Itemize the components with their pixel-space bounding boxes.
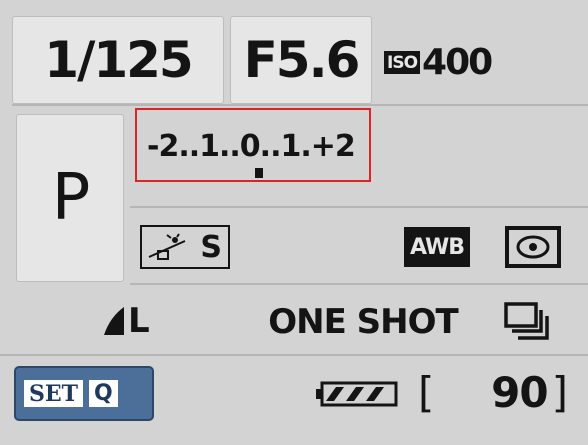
shots-remaining-value: 90 (491, 367, 548, 417)
image-quality-value: L (128, 301, 150, 341)
exposure-indicator-marker (255, 168, 263, 178)
picture-style-value: S (200, 229, 222, 265)
exposure-compensation-scale[interactable]: -2 .. 1 .. 0 .. 1 . +2 (135, 108, 371, 182)
shooting-mode-value: P (51, 161, 91, 235)
exposure-dots: .. (219, 129, 241, 164)
iso-icon: ISO (384, 50, 421, 74)
white-balance-setting[interactable]: AWB (404, 227, 470, 267)
shots-bracket-close: ] (551, 367, 568, 417)
exposure-plus-one: 1 (280, 129, 301, 164)
large-fine-quality-icon (104, 307, 124, 335)
exposure-minus-one: 1 (199, 129, 220, 164)
separator-bottom (0, 354, 588, 356)
aperture-value: F5.6 (243, 31, 361, 89)
picture-style-icon (148, 233, 186, 260)
separator-lower (130, 283, 588, 285)
exposure-dots: .. (259, 129, 282, 164)
exposure-zero: 0 (239, 129, 261, 164)
image-quality-setting[interactable]: L (102, 300, 164, 342)
exposure-dots: .. (178, 129, 200, 164)
aperture-tile[interactable]: F5.6 (230, 16, 372, 104)
af-mode-value: ONE SHOT (268, 302, 458, 342)
exposure-minus-two: -2 (147, 129, 179, 164)
battery-indicator (316, 380, 398, 408)
shooting-mode-tile[interactable]: P (16, 114, 124, 282)
q-label: Q (89, 380, 118, 407)
separator-mid (130, 206, 588, 208)
shutter-speed-tile[interactable]: 1/125 (12, 16, 224, 104)
set-label: SET (24, 380, 84, 407)
af-mode-setting[interactable]: ONE SHOT (268, 298, 458, 346)
white-balance-value: AWB (409, 234, 465, 260)
metering-mode-setting[interactable] (504, 224, 562, 270)
continuous-shooting-icon (504, 302, 549, 340)
iso-value: 400 (422, 41, 493, 83)
iso-setting[interactable]: ISO 400 (384, 40, 514, 84)
quick-control-button[interactable]: SET Q (14, 366, 154, 421)
picture-style-setting[interactable]: S (140, 225, 230, 269)
shots-bracket-open: [ (418, 367, 435, 417)
exposure-plus-two: +2 (310, 129, 356, 164)
shutter-speed-value: 1/125 (44, 31, 193, 89)
evaluative-metering-icon (505, 226, 561, 268)
shots-remaining: [ 90 ] (418, 362, 568, 422)
exposure-dots: . (300, 129, 311, 164)
drive-mode-setting[interactable] (500, 298, 560, 346)
battery-icon (316, 381, 398, 407)
separator-top (12, 104, 588, 106)
